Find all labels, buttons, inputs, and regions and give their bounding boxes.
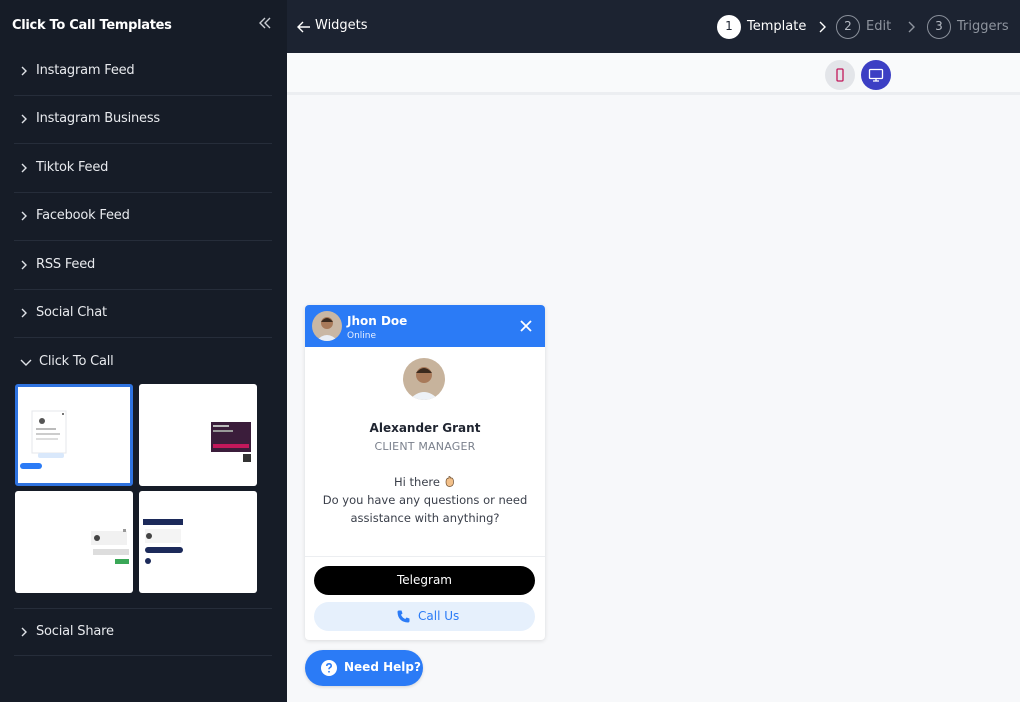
chevron-right-icon bbox=[819, 21, 826, 33]
collapse-sidebar-icon[interactable] bbox=[257, 14, 273, 32]
template-preview-image bbox=[211, 422, 251, 462]
sidebar-item-label: Instagram Feed bbox=[36, 63, 135, 78]
preview-area: Jhon Doe Online Alexander Grant CLIENT M… bbox=[287, 53, 1020, 702]
step-label: Triggers bbox=[957, 19, 1009, 34]
widget-header-status: Online bbox=[347, 331, 377, 341]
arrow-left-icon bbox=[297, 21, 310, 33]
device-toggle-bar bbox=[287, 53, 1020, 95]
sidebar-item-label: Tiktok Feed bbox=[36, 160, 109, 175]
sidebar-header: Click To Call Templates bbox=[12, 14, 275, 34]
agent-avatar bbox=[403, 358, 445, 400]
template-preview-image bbox=[20, 410, 67, 469]
sidebar-item-social-chat[interactable]: Social Chat bbox=[14, 290, 272, 338]
need-help-button[interactable]: Need Help? bbox=[305, 650, 423, 686]
sidebar-item-facebook-feed[interactable]: Facebook Feed bbox=[14, 193, 272, 241]
chevron-right-icon bbox=[21, 627, 27, 637]
sidebar-item-label: Instagram Business bbox=[36, 111, 160, 126]
chevron-right-icon bbox=[21, 163, 27, 173]
sidebar: Click To Call Templates Instagram Feed I… bbox=[0, 0, 287, 702]
sidebar-item-label: Social Chat bbox=[36, 305, 107, 320]
message-line-2: assistance with anything? bbox=[350, 511, 500, 525]
top-bar: Widgets 1 Template 2 Edit 3 Triggers bbox=[287, 0, 1020, 53]
sidebar-item-click-to-call[interactable]: Click To Call bbox=[14, 339, 272, 387]
waving-hand-icon bbox=[443, 475, 456, 491]
phone-icon bbox=[397, 610, 410, 623]
step-label: Edit bbox=[866, 19, 892, 34]
need-help-label: Need Help? bbox=[344, 660, 421, 674]
agent-role: CLIENT MANAGER bbox=[374, 440, 476, 453]
widget-header: Jhon Doe Online bbox=[305, 305, 545, 347]
sidebar-item-label: Facebook Feed bbox=[36, 208, 130, 223]
avatar bbox=[312, 311, 342, 341]
sidebar-item-label: Click To Call bbox=[39, 354, 114, 369]
close-icon[interactable] bbox=[519, 319, 533, 333]
telegram-button[interactable]: Telegram bbox=[314, 566, 535, 595]
template-thumbnail-1[interactable] bbox=[15, 384, 133, 486]
template-thumbnail-2[interactable] bbox=[139, 384, 257, 486]
greeting-line: Hi there bbox=[315, 475, 535, 491]
sidebar-item-instagram-feed[interactable]: Instagram Feed bbox=[14, 48, 272, 96]
template-preview-image bbox=[91, 529, 129, 564]
template-preview-image bbox=[143, 519, 183, 564]
sidebar-item-instagram-business[interactable]: Instagram Business bbox=[14, 96, 272, 144]
step-number: 2 bbox=[836, 15, 860, 39]
widget-header-name: Jhon Doe bbox=[347, 314, 408, 328]
desktop-icon bbox=[868, 68, 884, 82]
agent-name: Alexander Grant bbox=[369, 421, 481, 435]
chevron-right-icon bbox=[21, 66, 27, 76]
desktop-preview-button[interactable] bbox=[861, 60, 891, 90]
mobile-icon bbox=[836, 68, 844, 82]
step-number: 1 bbox=[717, 15, 741, 39]
sidebar-title: Click To Call Templates bbox=[12, 18, 172, 33]
step-number: 3 bbox=[927, 15, 951, 39]
chevron-right-icon bbox=[21, 114, 27, 124]
call-us-button[interactable]: Call Us bbox=[314, 602, 535, 631]
chevron-right-icon bbox=[21, 308, 27, 318]
chevron-down-icon bbox=[20, 359, 32, 366]
chevron-right-icon bbox=[21, 211, 27, 221]
message-line-1: Do you have any questions or need bbox=[322, 493, 528, 507]
call-us-label: Call Us bbox=[418, 609, 460, 623]
sidebar-item-social-share[interactable]: Social Share bbox=[14, 608, 272, 656]
mobile-preview-button[interactable] bbox=[825, 60, 855, 90]
greeting-text: Hi there bbox=[394, 475, 440, 489]
template-thumbnail-3[interactable] bbox=[15, 491, 133, 593]
chevron-right-icon bbox=[21, 260, 27, 270]
sidebar-item-label: RSS Feed bbox=[36, 257, 96, 272]
sidebar-item-rss-feed[interactable]: RSS Feed bbox=[14, 242, 272, 290]
divider bbox=[305, 556, 545, 557]
sidebar-item-label: Social Share bbox=[36, 624, 114, 639]
question-icon bbox=[321, 660, 337, 676]
step-label: Template bbox=[747, 19, 807, 34]
chat-widget: Jhon Doe Online Alexander Grant CLIENT M… bbox=[305, 305, 545, 640]
sidebar-item-tiktok-feed[interactable]: Tiktok Feed bbox=[14, 145, 272, 193]
template-thumbnail-4[interactable] bbox=[139, 491, 257, 593]
chevron-right-icon bbox=[908, 21, 915, 33]
back-label: Widgets bbox=[315, 18, 368, 33]
